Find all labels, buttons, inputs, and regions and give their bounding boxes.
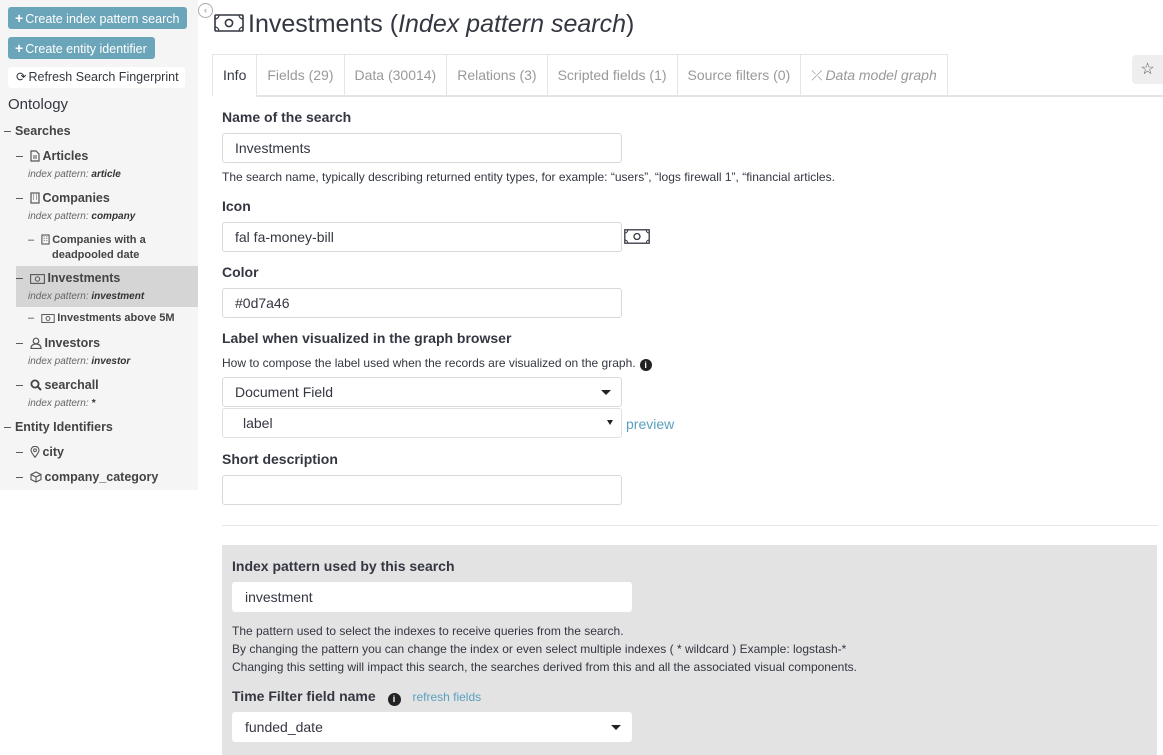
tab-data-model-graph[interactable]: ⤫ Data model graph xyxy=(801,54,948,96)
tab-fields[interactable]: Fields (29) xyxy=(257,54,345,96)
collapse-icon[interactable]: – xyxy=(16,191,23,205)
file-icon xyxy=(30,150,41,162)
tree-item-searchall[interactable]: – searchall xyxy=(16,378,99,392)
tree-item-company-category[interactable]: – company_category xyxy=(16,470,158,484)
search-icon xyxy=(30,379,43,391)
index-pattern-text: index pattern: * xyxy=(28,398,96,409)
collapse-icon[interactable]: – xyxy=(16,149,23,163)
map-marker-icon xyxy=(30,446,40,458)
search-name-input[interactable]: Investments xyxy=(222,133,622,163)
caret-down-icon xyxy=(601,390,611,395)
collapse-icon[interactable]: – xyxy=(4,124,11,138)
money-bill-icon xyxy=(624,229,650,244)
collapse-icon[interactable]: – xyxy=(16,336,23,350)
tab-scripted-fields[interactable]: Scripted fields (1) xyxy=(547,54,678,96)
index-pattern-text: index pattern: investment xyxy=(28,291,145,302)
name-help-text: The search name, typically describing re… xyxy=(222,170,835,184)
money-bill-icon xyxy=(214,14,244,32)
cube-icon xyxy=(30,471,42,483)
tree-item-investors[interactable]: – Investors xyxy=(16,336,100,350)
plus-icon: + xyxy=(15,40,24,56)
index-pattern-help-3: Changing this setting will impact this s… xyxy=(232,660,857,674)
label-field-select[interactable]: label xyxy=(222,408,622,438)
index-pattern-text: index pattern: company xyxy=(28,211,136,222)
collapse-icon[interactable]: – xyxy=(4,420,11,434)
tree-item-investments-above-5m[interactable]: – Investments above 5M xyxy=(28,312,175,324)
tree-item-investments[interactable]: – Investments xyxy=(16,271,120,285)
collapse-icon[interactable]: – xyxy=(28,234,34,246)
tree-node-searches[interactable]: – Searches xyxy=(4,124,71,138)
caret-down-icon xyxy=(607,420,613,425)
color-input[interactable]: #0d7a46 xyxy=(222,288,622,318)
tree-node-entity-identifiers[interactable]: – Entity Identifiers xyxy=(4,420,113,434)
icon-input[interactable]: fal fa-money-bill xyxy=(222,222,622,252)
graph-icon: ⤫ xyxy=(811,67,823,83)
star-icon: ☆ xyxy=(1140,61,1155,78)
index-pattern-help-2: By changing the pattern you can change t… xyxy=(232,642,847,656)
index-pattern-label: Index pattern used by this search xyxy=(232,558,455,574)
collapse-icon[interactable]: – xyxy=(28,312,34,324)
info-icon[interactable]: i xyxy=(387,693,401,706)
favorite-button[interactable]: ☆ xyxy=(1132,55,1163,84)
graph-label-label: Label when visualized in the graph brows… xyxy=(222,330,512,346)
graph-label-help-text: How to compose the label used when the r… xyxy=(222,356,652,371)
tree-item-companies-deadpooled[interactable]: – Companies with a deadpooled date xyxy=(28,233,146,263)
index-pattern-text: index pattern: investor xyxy=(28,356,131,367)
short-description-input[interactable] xyxy=(222,475,622,505)
page-title: Investments (Index pattern search) xyxy=(214,10,634,39)
refresh-icon: ⟳ xyxy=(16,70,27,84)
collapse-icon[interactable]: – xyxy=(16,445,23,459)
tab-source-filters[interactable]: Source filters (0) xyxy=(677,54,802,96)
user-icon xyxy=(30,337,43,349)
create-index-pattern-search-button[interactable]: + Create index pattern search xyxy=(8,7,188,29)
refresh-search-fingerprint-button[interactable]: ⟳ Refresh Search Fingerprint xyxy=(8,67,185,88)
icon-label: Icon xyxy=(222,198,251,214)
tab-relations[interactable]: Relations (3) xyxy=(447,54,548,96)
chevron-left-icon: ‹ xyxy=(204,5,207,15)
tree-item-companies[interactable]: – Companies xyxy=(16,191,110,205)
caret-down-icon xyxy=(611,725,621,730)
index-pattern-text: index pattern: article xyxy=(28,169,121,180)
info-icon[interactable]: i xyxy=(639,359,652,371)
time-filter-label: Time Filter field name i refresh fields xyxy=(232,688,482,706)
plus-icon: + xyxy=(15,10,24,26)
tab-info[interactable]: Info xyxy=(212,54,258,97)
tree-item-articles[interactable]: – Articles xyxy=(16,149,88,163)
collapse-icon[interactable]: – xyxy=(16,470,23,484)
sidebar: + Create index pattern search + Create ent… xyxy=(0,0,198,490)
money-bill-icon xyxy=(30,274,46,284)
label-type-select[interactable]: Document Field xyxy=(222,377,622,407)
tree-item-city[interactable]: – city xyxy=(16,445,64,459)
tab-data[interactable]: Data (30014) xyxy=(344,54,448,96)
collapse-sidebar-button[interactable]: ‹ xyxy=(198,3,213,18)
money-bill-icon xyxy=(41,314,55,323)
name-label: Name of the search xyxy=(222,109,352,125)
collapse-icon[interactable]: – xyxy=(16,378,23,392)
ontology-heading: Ontology xyxy=(8,96,69,113)
color-label: Color xyxy=(222,264,259,280)
collapse-icon[interactable]: – xyxy=(16,271,23,285)
building-icon xyxy=(41,234,50,245)
section-divider xyxy=(222,525,1158,526)
index-pattern-help-1: The pattern used to select the indexes t… xyxy=(232,624,624,638)
index-pattern-input[interactable]: investment xyxy=(232,582,632,612)
time-filter-select[interactable]: funded_date xyxy=(232,712,632,742)
tab-bar: Info Fields (29) Data (30014) Relations … xyxy=(212,54,948,97)
create-entity-identifier-button[interactable]: + Create entity identifier xyxy=(8,37,155,59)
preview-link[interactable]: preview xyxy=(626,416,674,432)
building-icon xyxy=(30,192,41,204)
refresh-fields-link[interactable]: refresh fields xyxy=(412,690,481,704)
short-description-label: Short description xyxy=(222,451,338,467)
